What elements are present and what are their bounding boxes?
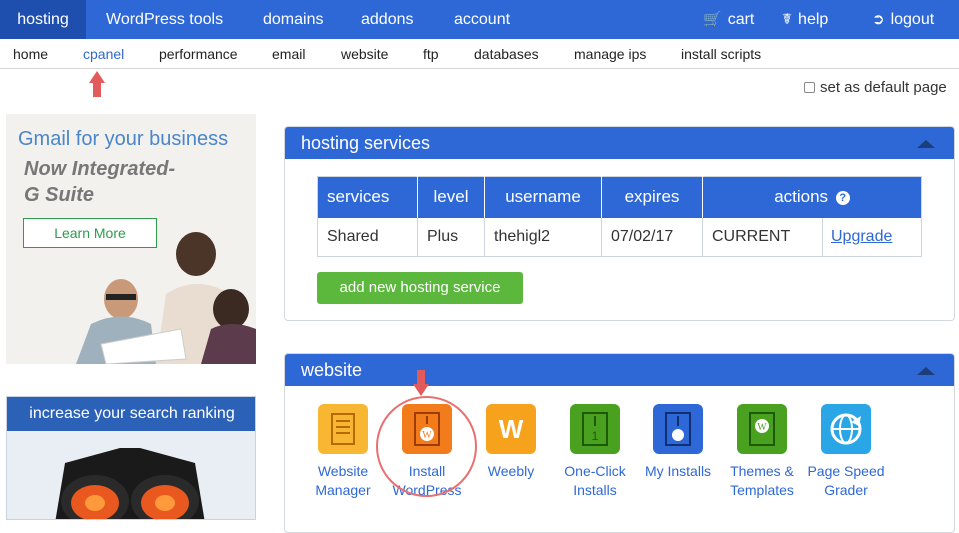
default-page-checkbox[interactable] <box>804 82 815 93</box>
website-manager-item[interactable]: Website Manager <box>300 404 386 500</box>
website-title: website <box>301 360 363 380</box>
one-click-installs-label-1: One-Click <box>564 463 626 479</box>
hosting-services-table: services level username expires actions … <box>317 176 922 257</box>
my-installs-item[interactable]: My Installs <box>635 404 721 481</box>
page-speed-grader-label-2: Grader <box>824 482 868 498</box>
subnav-manage-ips[interactable]: manage ips <box>574 39 646 69</box>
nav-wordpress-tools[interactable]: WordPress tools <box>106 0 223 39</box>
svg-text:W: W <box>499 414 524 444</box>
logout-icon: ➲ <box>872 11 885 28</box>
svg-text:1: 1 <box>592 429 599 443</box>
nav-domains[interactable]: domains <box>263 0 323 39</box>
collapse-icon[interactable] <box>917 140 935 148</box>
cell-expires: 07/02/17 <box>601 217 703 256</box>
cart-icon: 🛒 <box>703 11 722 28</box>
themes-templates-icon: W <box>737 404 787 454</box>
column-header-username: username <box>484 176 602 218</box>
weebly-icon: W <box>486 404 536 454</box>
annotation-arrow-down-icon <box>413 370 429 396</box>
subnav-website[interactable]: website <box>341 39 388 69</box>
themes-templates-item[interactable]: W Themes & Templates <box>719 404 805 500</box>
binoculars-icon <box>55 448 205 519</box>
page-speed-grader-item[interactable]: Page Speed Grader <box>803 404 889 500</box>
question-mark-icon[interactable]: ? <box>835 191 850 206</box>
column-header-level: level <box>417 176 485 218</box>
hosting-services-header: hosting services <box>285 127 954 159</box>
column-header-services: services <box>317 176 418 218</box>
my-installs-icon <box>653 404 703 454</box>
column-header-actions: actions ? <box>702 176 922 218</box>
subnav-home[interactable]: home <box>13 39 48 69</box>
hosting-services-panel: hosting services services level username… <box>284 126 955 321</box>
subnav-cpanel[interactable]: cpanel <box>83 39 124 69</box>
themes-templates-label-2: Templates <box>730 482 794 498</box>
cell-level: Plus <box>417 217 485 256</box>
website-manager-label-1: Website <box>317 463 369 479</box>
column-header-expires: expires <box>601 176 703 218</box>
one-click-installs-icon: 1 <box>570 404 620 454</box>
default-page-label: set as default page <box>820 79 947 96</box>
table-row: Shared Plus thehigl2 07/02/17 CURRENT Up… <box>317 217 922 257</box>
nav-hosting[interactable]: hosting <box>0 0 86 39</box>
top-navigation: hosting WordPress tools domains addons a… <box>0 0 959 39</box>
subnav-ftp[interactable]: ftp <box>423 39 439 69</box>
learn-more-button[interactable]: Learn More <box>23 218 157 248</box>
svg-text:W: W <box>757 422 767 433</box>
weebly-label-1: Weebly <box>487 463 535 479</box>
nav-cart-label: cart <box>727 11 755 28</box>
gmail-ad-title: Gmail for your business <box>18 128 229 150</box>
subnav-install-scripts[interactable]: install scripts <box>681 39 761 69</box>
subnav-email[interactable]: email <box>272 39 305 69</box>
search-ad-title: increase your search ranking <box>7 397 255 431</box>
subnav-databases[interactable]: databases <box>474 39 539 69</box>
themes-templates-label-1: Themes & <box>730 463 794 479</box>
sub-navigation: home cpanel performance email website ft… <box>0 39 959 69</box>
gmail-ad-subtitle: Now Integrated- G Suite <box>24 158 176 206</box>
status-current: CURRENT <box>703 217 823 256</box>
website-manager-label-2: Manager <box>315 482 371 498</box>
nav-help[interactable]: ☤ help <box>782 0 828 39</box>
add-hosting-service-button[interactable]: add new hosting service <box>317 272 523 304</box>
collapse-icon[interactable] <box>917 367 935 375</box>
default-page-option[interactable]: set as default page <box>804 79 947 96</box>
nav-logout-label: logout <box>890 11 935 28</box>
one-click-installs-label-2: Installs <box>573 482 617 498</box>
cell-username: thehigl2 <box>484 217 602 256</box>
nav-help-label: help <box>798 11 829 28</box>
help-icon: ☤ <box>782 11 793 28</box>
nav-account[interactable]: account <box>454 0 510 39</box>
hosting-services-title: hosting services <box>301 133 431 153</box>
subnav-performance[interactable]: performance <box>159 39 238 69</box>
cell-actions: CURRENT Upgrade <box>703 217 922 257</box>
my-installs-label-1: My Installs <box>644 463 712 479</box>
search-ranking-ad-banner[interactable]: increase your search ranking <box>6 396 256 520</box>
nav-cart[interactable]: 🛒 cart <box>703 0 754 39</box>
actions-header-label: actions <box>774 187 829 207</box>
nav-addons[interactable]: addons <box>361 0 414 39</box>
page-speed-grader-label-1: Page Speed <box>807 463 885 479</box>
annotation-arrow-up-icon <box>89 71 105 97</box>
annotation-circle-icon <box>376 396 477 497</box>
website-manager-icon <box>318 404 368 454</box>
weebly-item[interactable]: W Weebly <box>468 404 554 481</box>
upgrade-link[interactable]: Upgrade <box>823 218 892 256</box>
page-speed-grader-icon <box>821 404 871 454</box>
website-header: website <box>285 354 954 386</box>
gmail-ad-banner[interactable]: Gmail for your business Now Integrated- … <box>6 114 256 364</box>
nav-logout[interactable]: ➲ logout <box>872 0 934 39</box>
one-click-installs-item[interactable]: 1 One-Click Installs <box>552 404 638 500</box>
cell-services: Shared <box>317 217 418 256</box>
